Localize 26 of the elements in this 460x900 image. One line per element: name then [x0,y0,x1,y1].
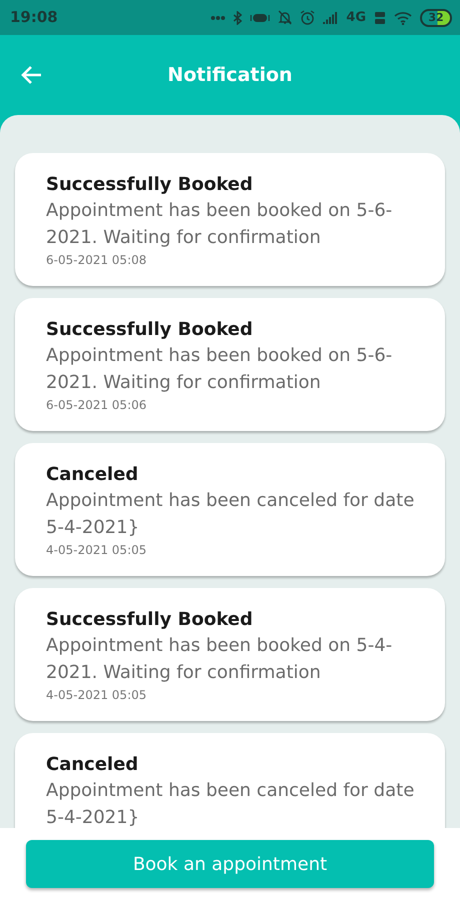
notification-message: Appointment has been booked on 5-6-2021. Waiting for confirmation [46,344,394,395]
notification-message: Appointment has been booked on 5-4-2021. Waiting for confirmation [46,634,394,685]
more-icon [211,16,226,20]
notification-title: Successfully Booked [46,318,254,342]
back-button[interactable] [20,65,42,85]
notification-message: Appointment has been canceled for date 5-4-2021} [46,779,416,828]
notification-title: Canceled [46,463,140,487]
book-appointment-button[interactable]: Book an appointment [26,840,434,888]
notification-title: Canceled [46,753,140,777]
bluetooth-icon [233,10,242,24]
status-time: 19:08 [10,7,58,28]
notification-time: 6-05-2021 05:08 [46,252,148,269]
notification-message: Appointment has been booked on 5-6-2021. Waiting for confirmation [46,199,394,250]
page-title: Notification [166,62,294,88]
muted-bell-icon [278,10,292,25]
notification-title: Successfully Booked [46,608,254,632]
notification-message: Appointment has been canceled for date 5-4-2021} [46,489,416,540]
network-type: 4G [346,8,366,27]
wifi-icon [394,10,412,24]
notification-time: 6-05-2021 05:06 [46,397,148,414]
notification-time: 4-05-2021 05:05 [46,542,148,559]
signal-icon [323,12,338,24]
alarm-icon [300,10,316,25]
vibrate-icon [250,12,270,24]
notification-time: 4-05-2021 05:05 [46,687,148,704]
notification-title: Successfully Booked [46,173,254,197]
